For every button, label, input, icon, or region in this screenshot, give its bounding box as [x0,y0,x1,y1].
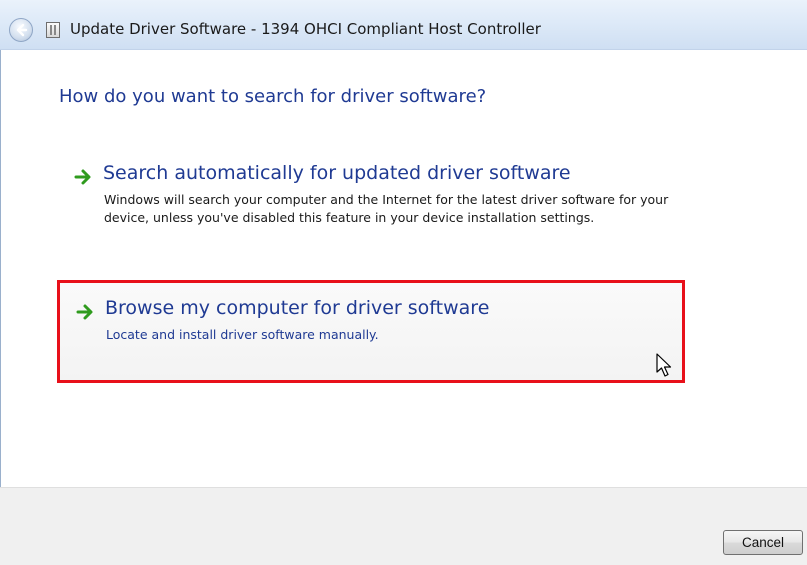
page-heading: How do you want to search for driver sof… [59,86,487,107]
option-description: Windows will search your computer and th… [104,192,669,225]
mouse-pointer-icon [656,353,672,377]
browse-computer-option[interactable]: Browse my computer for driver software L… [57,280,685,383]
window-border [0,50,1,487]
title-bar: Update Driver Software - 1394 OHCI Compl… [0,0,807,50]
device-manager-icon [46,22,60,38]
back-arrow-icon [16,23,28,37]
cancel-button[interactable]: Cancel [723,530,803,555]
footer-bar [0,487,807,565]
option-description: Locate and install driver software manua… [106,327,379,342]
back-button[interactable] [9,18,33,42]
green-arrow-icon [74,169,91,185]
option-title: Browse my computer for driver software [105,297,490,319]
search-automatically-option[interactable]: Search automatically for updated driver … [57,150,685,256]
green-arrow-icon [76,304,93,320]
option-title: Search automatically for updated driver … [103,162,571,184]
window-title: Update Driver Software - 1394 OHCI Compl… [70,20,541,38]
